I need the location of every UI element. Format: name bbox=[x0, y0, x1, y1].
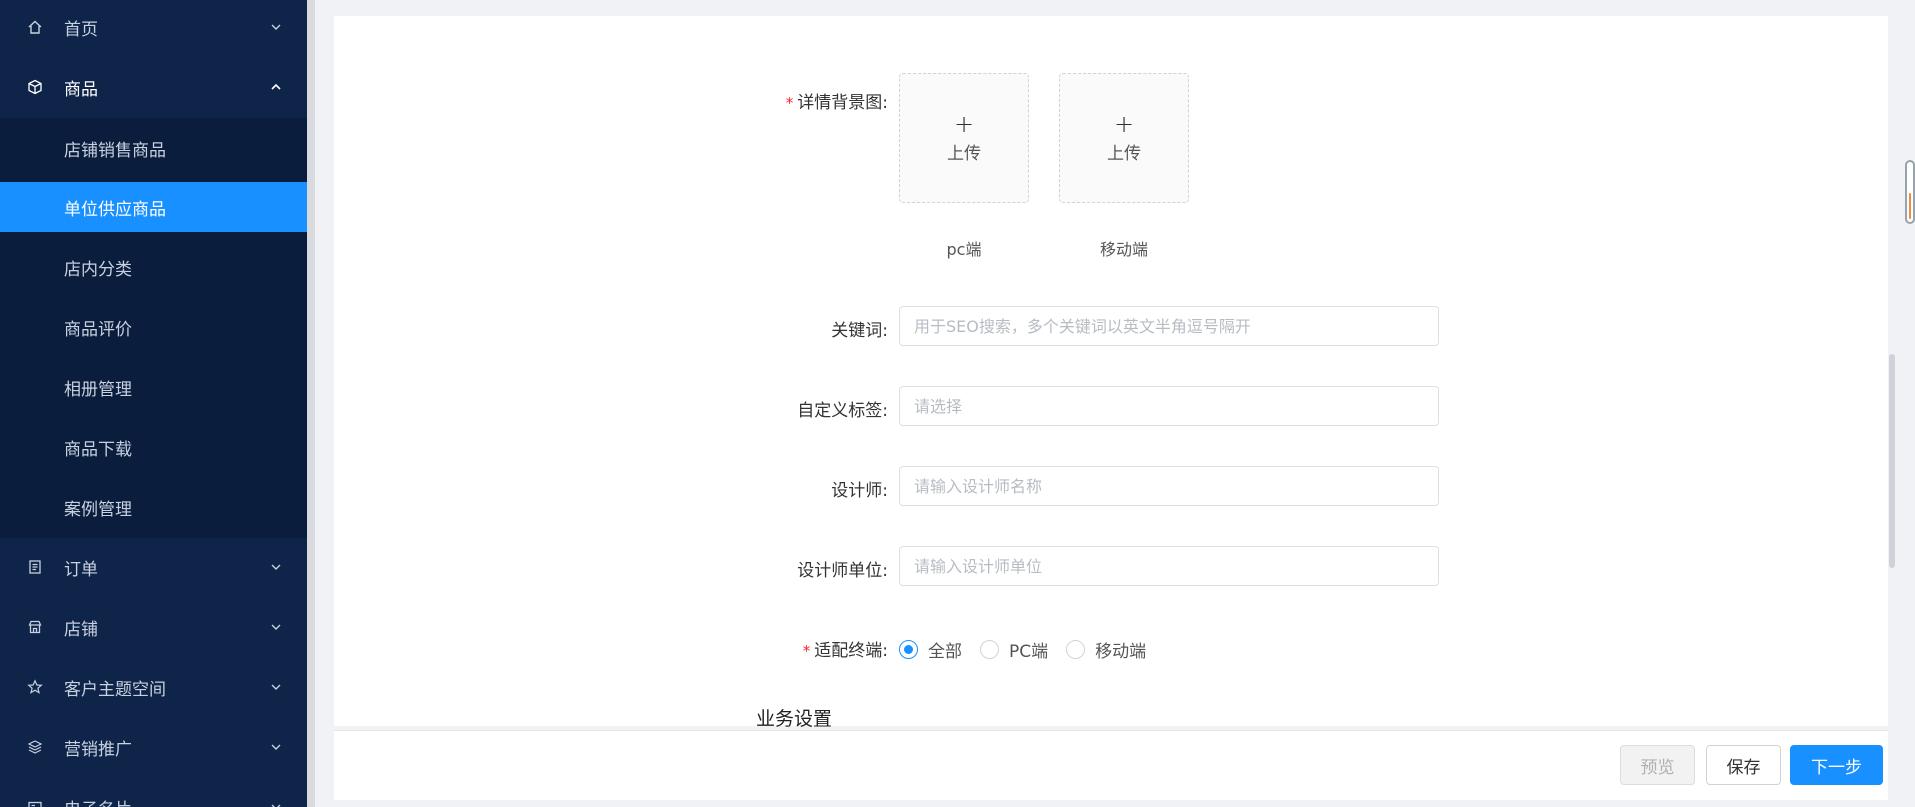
radio-label: 全部 bbox=[928, 642, 962, 662]
sidebar-subitem-goods-review[interactable]: 商品评价 bbox=[0, 302, 307, 352]
sidebar-subitem-label: 案例管理 bbox=[64, 499, 132, 520]
keywords-label: 关键词: bbox=[831, 321, 888, 341]
sidebar-subitem-case[interactable]: 案例管理 bbox=[0, 482, 307, 532]
sidebar-item-customer-theme-space[interactable]: 客户主题空间 bbox=[0, 657, 307, 717]
radio-unchecked-icon bbox=[1066, 640, 1086, 659]
designer-unit-label: 设计师单位: bbox=[797, 561, 888, 581]
goods-submenu: 店铺销售商品 单位供应商品 店内分类 商品评价 相册管理 商品下载 案例管理 bbox=[0, 118, 307, 538]
layers-icon bbox=[26, 738, 44, 756]
sidebar-subitem-goods-download[interactable]: 商品下载 bbox=[0, 422, 307, 472]
upload-pc-button[interactable]: + 上传 bbox=[899, 73, 1029, 203]
cube-icon bbox=[26, 78, 44, 96]
sidebar-subitem-label: 相册管理 bbox=[64, 379, 132, 400]
sidebar-subitem-label: 单位供应商品 bbox=[64, 199, 166, 220]
save-button[interactable]: 保存 bbox=[1706, 745, 1781, 785]
sidebar-subitem-store-category[interactable]: 店内分类 bbox=[0, 242, 307, 292]
sidebar-subitem-unit-supply-goods[interactable]: 单位供应商品 bbox=[0, 182, 307, 232]
chevron-up-icon bbox=[269, 80, 283, 94]
sidebar-item-home[interactable]: 首页 bbox=[0, 0, 307, 57]
terminal-radio-all[interactable]: 全部 bbox=[899, 637, 962, 662]
goods-form-card: *详情背景图: + 上传 + 上传 pc端 移动端 关键词: 自定义标签: 设计… bbox=[334, 16, 1888, 730]
sidebar-subitem-store-sale-goods[interactable]: 店铺销售商品 bbox=[0, 123, 307, 173]
chevron-down-icon bbox=[269, 680, 283, 694]
sidebar-item-marketing[interactable]: 营销推广 bbox=[0, 717, 307, 777]
upload-caption-mobile: 移动端 bbox=[1099, 240, 1148, 259]
custom-tags-select[interactable] bbox=[899, 386, 1439, 426]
order-icon bbox=[26, 558, 44, 576]
sidebar-subitem-label: 店铺销售商品 bbox=[64, 140, 166, 161]
sidebar-subitem-album[interactable]: 相册管理 bbox=[0, 362, 307, 412]
terminal-label: * 适配终端: bbox=[803, 636, 888, 661]
required-mark: * bbox=[785, 94, 794, 112]
sidebar-subitem-label: 商品评价 bbox=[64, 319, 132, 340]
sidebar-item-label: 电子名片 bbox=[64, 795, 132, 807]
upload-text: 上传 bbox=[947, 143, 981, 164]
sidebar-item-orders[interactable]: 订单 bbox=[0, 537, 307, 597]
chevron-down-icon bbox=[269, 20, 283, 34]
sidebar-divider bbox=[307, 0, 315, 807]
required-mark: * bbox=[802, 642, 811, 660]
preview-button[interactable]: 预览 bbox=[1620, 745, 1695, 785]
sidebar-subitem-label: 商品下载 bbox=[64, 439, 132, 460]
chevron-down-icon bbox=[269, 740, 283, 754]
chevron-down-icon bbox=[269, 800, 283, 807]
designer-label: 设计师: bbox=[831, 481, 888, 501]
sidebar: 首页 商品 店铺销售商品 单位供应商品 店内分类 商品评价 相册管理 商品下载 … bbox=[0, 0, 307, 807]
upload-mobile-button[interactable]: + 上传 bbox=[1059, 73, 1189, 203]
detail-bg-label-text: 详情背景图: bbox=[797, 93, 888, 113]
main-scrollbar-thumb[interactable] bbox=[1889, 354, 1895, 568]
sidebar-item-label: 营销推广 bbox=[64, 739, 132, 760]
sidebar-item-label: 订单 bbox=[64, 559, 98, 580]
sidebar-subitem-label: 店内分类 bbox=[64, 259, 132, 280]
plus-icon: + bbox=[953, 109, 975, 138]
chevron-down-icon bbox=[269, 560, 283, 574]
keywords-input[interactable] bbox=[899, 306, 1439, 346]
terminal-radio-mobile[interactable]: 移动端 bbox=[1066, 637, 1146, 662]
detail-bg-label: * 详情背景图: bbox=[786, 88, 888, 113]
next-step-button[interactable]: 下一步 bbox=[1790, 745, 1883, 785]
upload-text: 上传 bbox=[1107, 143, 1141, 164]
sidebar-item-label: 首页 bbox=[64, 19, 98, 40]
terminal-radio-pc[interactable]: PC端 bbox=[980, 637, 1048, 662]
sidebar-item-business-card[interactable]: 电子名片 bbox=[0, 777, 307, 807]
home-icon bbox=[26, 18, 44, 36]
window-scroll-indicator[interactable] bbox=[1905, 160, 1915, 224]
shop-icon bbox=[26, 618, 44, 636]
upload-caption-pc: pc端 bbox=[946, 240, 982, 259]
star-icon bbox=[26, 678, 44, 696]
sidebar-item-label: 店铺 bbox=[64, 619, 98, 640]
sidebar-item-label: 商品 bbox=[64, 79, 98, 100]
radio-label: 移动端 bbox=[1095, 642, 1147, 662]
designer-input[interactable] bbox=[899, 466, 1439, 506]
card-icon bbox=[26, 798, 44, 807]
form-footer: 预览 保存 下一步 bbox=[334, 730, 1888, 800]
designer-unit-input[interactable] bbox=[899, 546, 1439, 586]
radio-checked-icon bbox=[899, 640, 918, 659]
radio-unchecked-icon bbox=[980, 640, 999, 659]
sidebar-item-shop[interactable]: 店铺 bbox=[0, 597, 307, 657]
radio-label: PC端 bbox=[1009, 642, 1049, 662]
custom-tags-label: 自定义标签: bbox=[797, 401, 888, 421]
terminal-radio-group: 全部 PC端 移动端 bbox=[899, 637, 1164, 662]
sidebar-item-label: 客户主题空间 bbox=[64, 679, 166, 700]
plus-icon: + bbox=[1113, 109, 1135, 138]
sidebar-item-goods[interactable]: 商品 bbox=[0, 57, 307, 117]
terminal-label-text: 适配终端: bbox=[814, 641, 888, 661]
section-title-business: 业务设置 bbox=[756, 708, 833, 730]
chevron-down-icon bbox=[269, 620, 283, 634]
